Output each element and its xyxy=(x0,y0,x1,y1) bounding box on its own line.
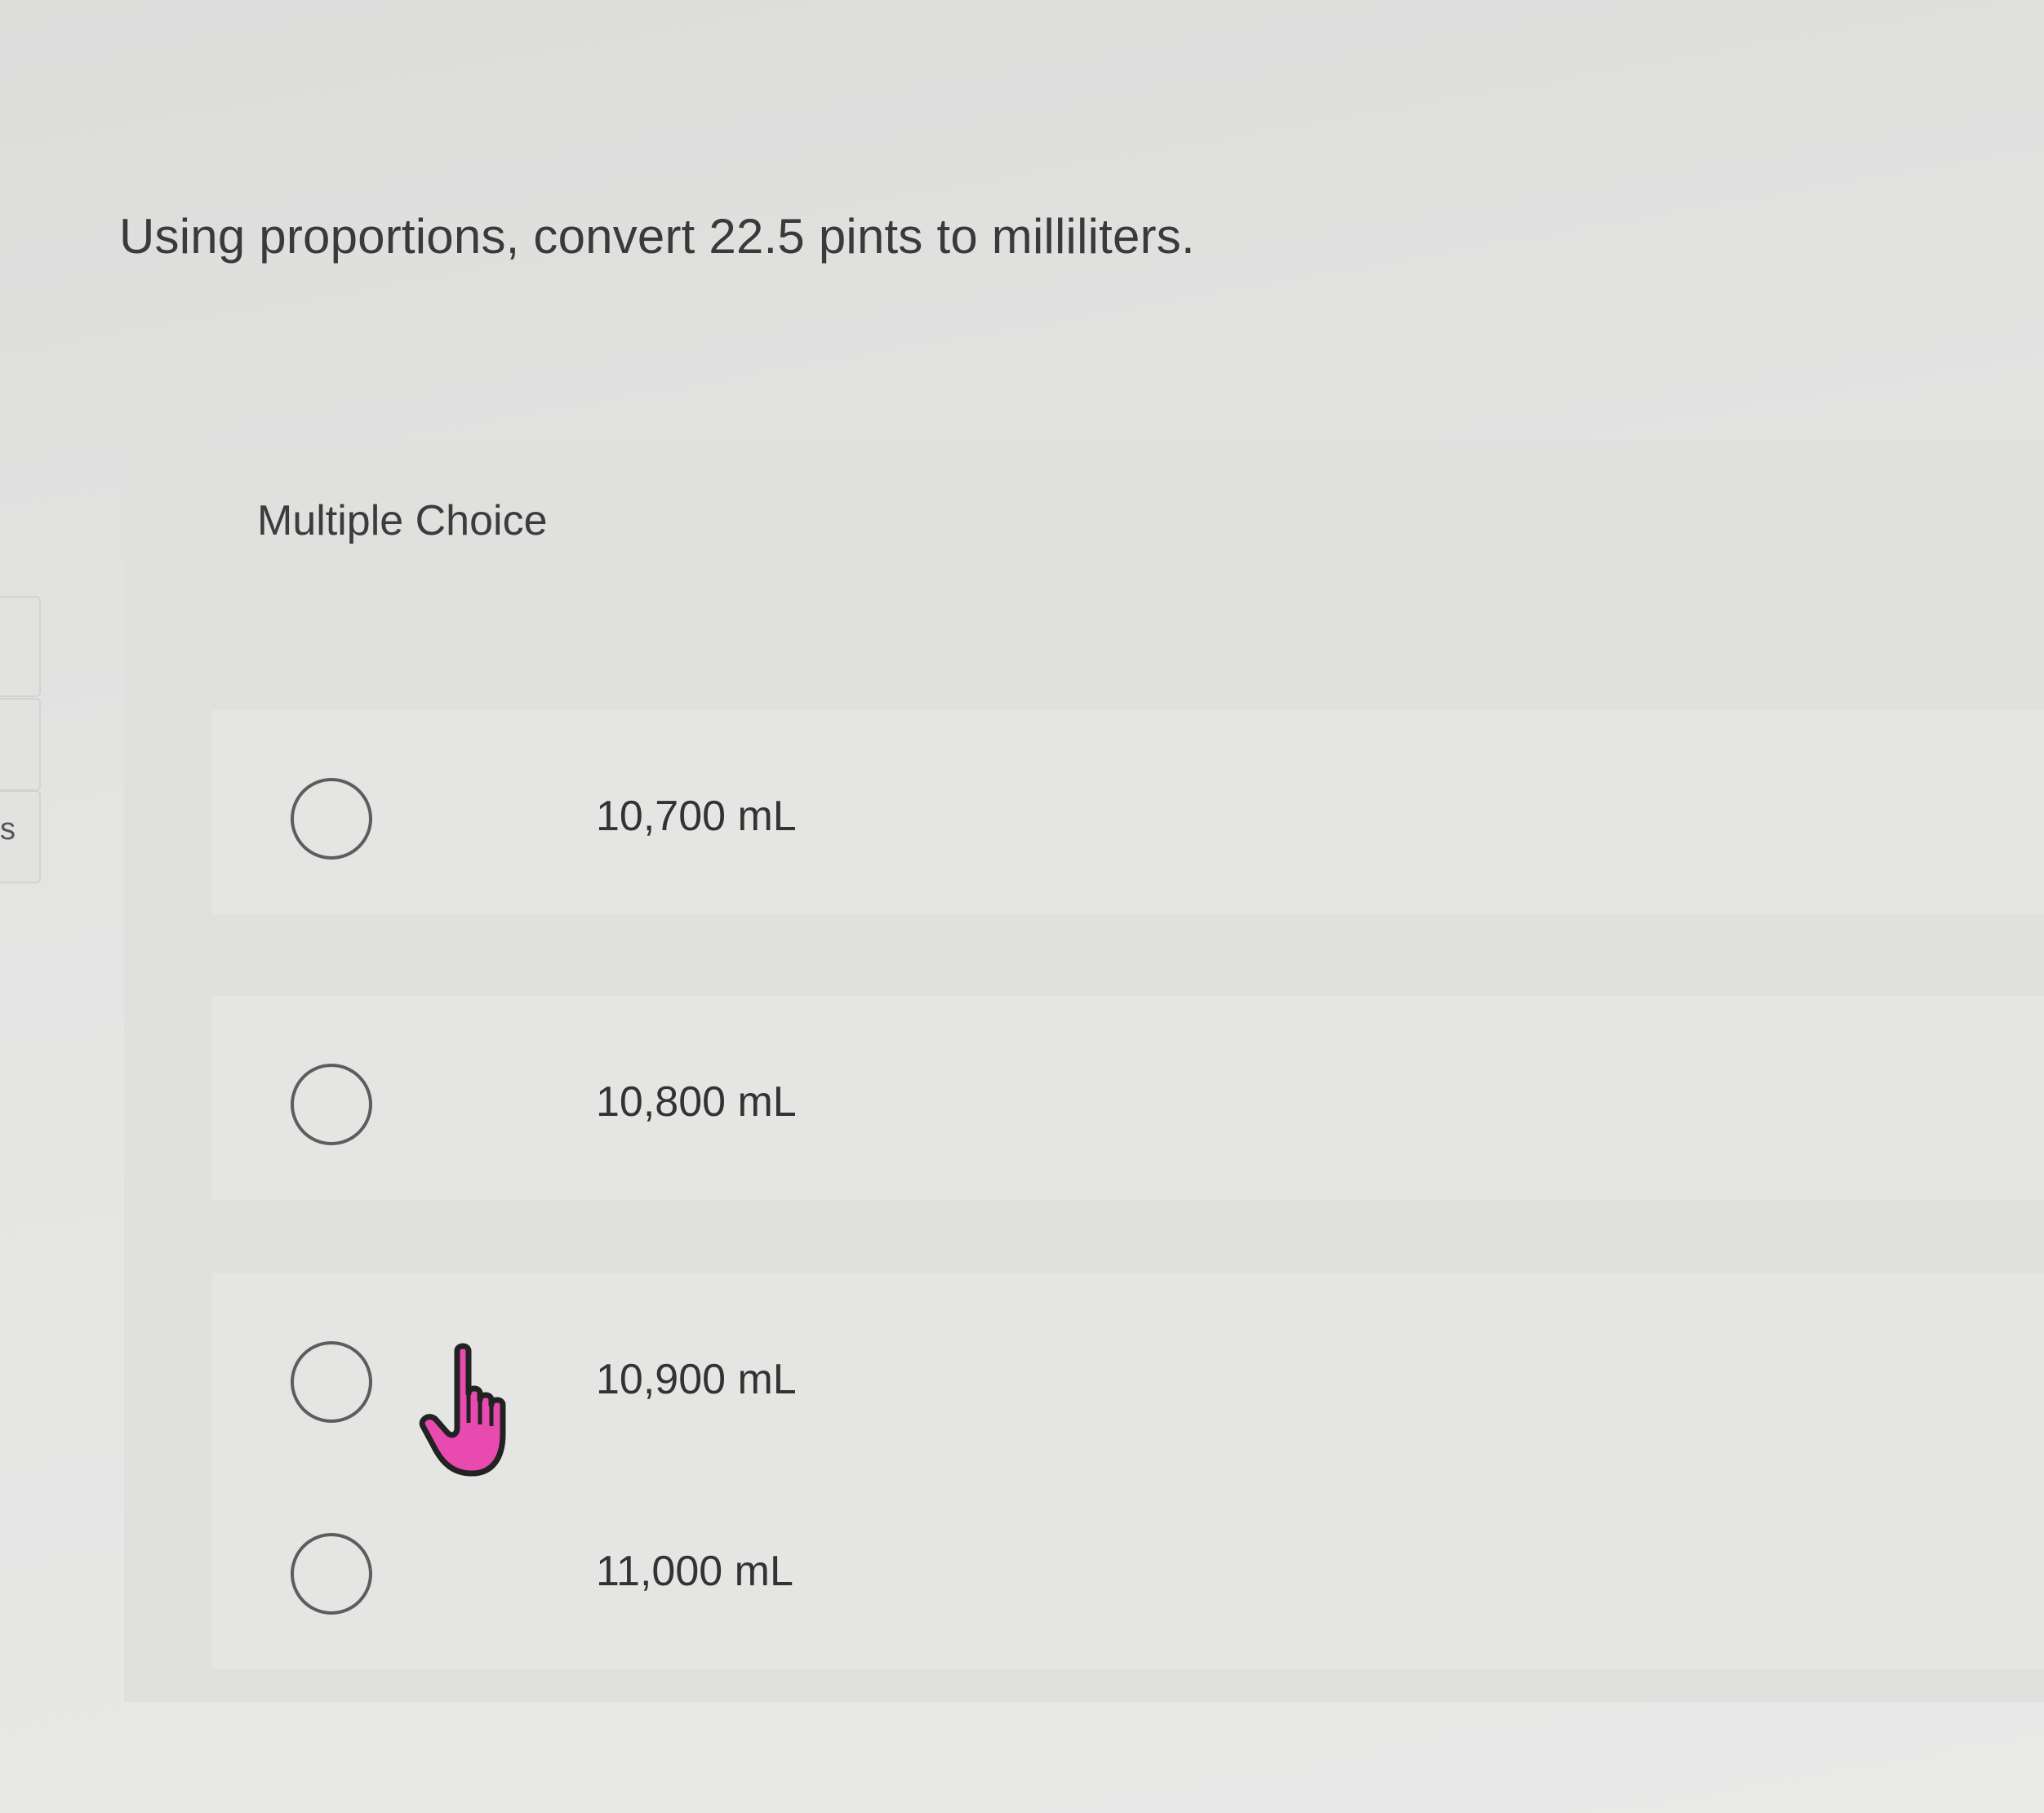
choice-option-4[interactable]: 11,000 mL xyxy=(212,1465,2044,1669)
pointer-hand-icon xyxy=(419,1343,506,1477)
sidebar-tab[interactable] xyxy=(0,698,41,791)
radio-button[interactable] xyxy=(291,1533,372,1615)
choice-label[interactable]: 10,700 mL xyxy=(596,792,797,841)
multiple-choice-panel: Multiple Choice 10,700 mL 10,800 mL 10,9… xyxy=(124,441,2044,1702)
choice-option-1[interactable]: 10,700 mL xyxy=(212,710,2044,914)
radio-button[interactable] xyxy=(291,1341,372,1423)
left-sidebar-edge: s xyxy=(0,0,41,1813)
choice-label[interactable]: 11,000 mL xyxy=(596,1547,793,1596)
sidebar-tab-letter: s xyxy=(0,812,16,847)
choice-label[interactable]: 10,900 mL xyxy=(596,1355,797,1404)
multiple-choice-label: Multiple Choice xyxy=(257,497,548,544)
radio-button[interactable] xyxy=(291,1064,372,1145)
sidebar-tab[interactable] xyxy=(0,596,41,697)
question-text: Using proportions, convert 22.5 pints to… xyxy=(119,209,1195,264)
radio-button[interactable] xyxy=(291,778,372,860)
choice-option-2[interactable]: 10,800 mL xyxy=(212,996,2044,1200)
choice-label[interactable]: 10,800 mL xyxy=(596,1078,797,1126)
